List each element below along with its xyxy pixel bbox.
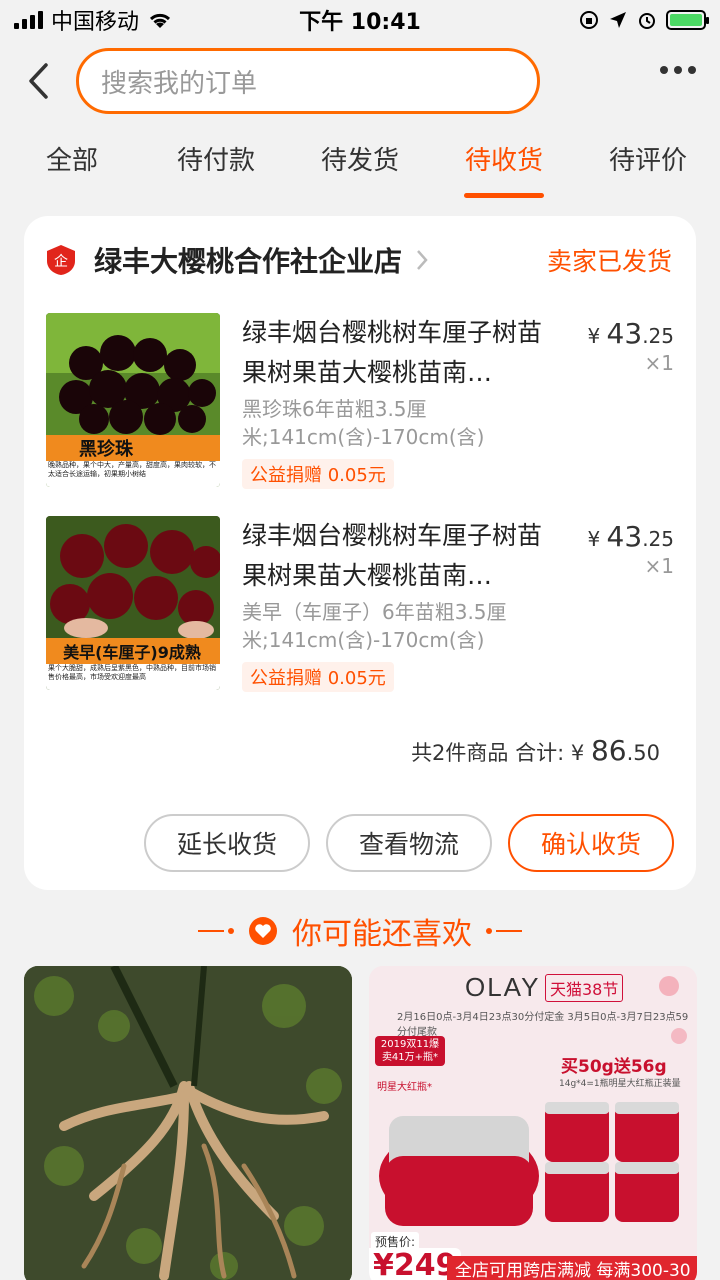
- olay-sales-badge: 2019双11爆卖41万+瓶*: [375, 1036, 445, 1066]
- item-quantity: ×1: [644, 554, 674, 578]
- order-item[interactable]: 美早(车厘子)9成熟 果个大脆甜，成熟后呈紫黑色，中熟品种，目前市场销售价格最高…: [46, 516, 674, 696]
- tab-pending-payment[interactable]: 待付款: [144, 128, 288, 200]
- order-summary: 共2件商品 合计: ¥ 86.50: [411, 734, 660, 767]
- thumb-label: 黑珍珠: [79, 438, 134, 460]
- more-dots-icon[interactable]: [660, 66, 696, 74]
- price-decimal: .25: [642, 527, 674, 551]
- summary-integer: 86: [590, 734, 627, 767]
- shop-logo-icon: 企: [47, 245, 75, 275]
- order-card: 企 绿丰大樱桃合作社企业店 卖家已发货 黑珍珠 晚熟品种，果个中大，产量高，甜度…: [24, 216, 696, 890]
- order-tabs: 全部 待付款 待发货 待收货 待评价: [0, 128, 720, 200]
- charity-tag: 公益捐赠 0.05元: [242, 662, 394, 692]
- recommend-card-roots[interactable]: [24, 966, 352, 1280]
- item-title[interactable]: 绿丰烟台樱桃树车厘子树苗果树果苗大樱桃苗南…: [242, 313, 562, 393]
- confirm-receipt-button[interactable]: 确认收货: [508, 814, 674, 872]
- order-status: 卖家已发货: [546, 247, 672, 276]
- cherry-image: 黑珍珠 晚熟品种，果个中大，产量高，甜度高，果肉较软，不太适合长途运输，初果期小…: [46, 313, 220, 487]
- divider-right: [486, 928, 522, 934]
- olay-promo-banner: 全店可用跨店满减 每满300-30: [447, 1256, 697, 1280]
- thumb-label: 美早(车厘子)9成熟: [63, 643, 201, 662]
- location-icon: [610, 12, 626, 28]
- divider-left: [198, 928, 234, 934]
- chevron-right-icon: [417, 250, 428, 270]
- item-thumbnail[interactable]: 美早(车厘子)9成熟 果个大脆甜，成熟后呈紫黑色，中熟品种，目前市场销售价格最高…: [46, 516, 220, 690]
- roots-photo: [24, 966, 352, 1280]
- item-title[interactable]: 绿丰烟台樱桃树车厘子树苗果树果苗大樱桃苗南…: [242, 516, 562, 596]
- alarm-icon: [639, 13, 655, 29]
- chevron-left-icon: [29, 63, 48, 99]
- carrier-label: 中国移动: [51, 10, 140, 35]
- tab-all[interactable]: 全部: [0, 128, 144, 200]
- status-bar: 中国移动 下午 10:41: [0, 0, 720, 40]
- back-button[interactable]: [0, 44, 76, 118]
- order-item[interactable]: 黑珍珠 晚熟品种，果个中大，产量高，甜度高，果肉较软，不太适合长途运输，初果期小…: [46, 313, 674, 493]
- price-symbol: ¥: [587, 324, 601, 348]
- cherry-image: 美早(车厘子)9成熟 果个大脆甜，成熟后呈紫黑色，中熟品种，目前市场销售价格最高…: [46, 516, 220, 690]
- summary-decimal: .50: [626, 741, 660, 765]
- wifi-icon: [149, 13, 171, 28]
- summary-label: 合计:: [515, 741, 565, 765]
- orientation-lock-icon: [580, 11, 598, 29]
- item-thumbnail[interactable]: 黑珍珠 晚熟品种，果个中大，产量高，甜度高，果肉较软，不太适合长途运输，初果期小…: [46, 313, 220, 487]
- summary-count: 共2件商品: [411, 741, 509, 765]
- thumb-desc: 果个大脆甜，成熟后呈紫黑色，中熟品种，目前市场销售价格最高，市场受欢迎度最高: [48, 664, 216, 681]
- summary-symbol: ¥: [570, 741, 585, 765]
- status-left: 中国移动: [14, 4, 173, 36]
- item-spec: 黑珍珠6年苗粗3.5厘米;141cm(含)-170cm(含): [242, 397, 485, 449]
- tmall-event-tag: 天猫38节: [545, 974, 624, 1002]
- shop-logo-text: 企: [54, 253, 68, 270]
- signal-icon: [14, 11, 43, 29]
- price-symbol: ¥: [587, 527, 601, 551]
- view-logistics-button[interactable]: 查看物流: [326, 814, 492, 872]
- search-input[interactable]: 搜索我的订单: [76, 48, 540, 114]
- item-spec: 美早（车厘子）6年苗粗3.5厘米;141cm(含)-170cm(含): [242, 600, 507, 652]
- battery-fill: [670, 14, 702, 26]
- shop-name[interactable]: 绿丰大樱桃合作社企业店: [94, 240, 402, 280]
- header: 搜索我的订单: [0, 44, 720, 118]
- recommend-title: 你可能还喜欢: [292, 917, 472, 952]
- price-integer: 43: [606, 520, 643, 553]
- status-right: [578, 9, 709, 31]
- price-integer: 43: [606, 317, 643, 350]
- heart-icon: [249, 917, 277, 945]
- item-quantity: ×1: [644, 351, 674, 375]
- shop-row[interactable]: 企 绿丰大樱桃合作社企业店 卖家已发货: [46, 240, 672, 280]
- tab-pending-review[interactable]: 待评价: [576, 128, 720, 200]
- olay-gift-sub: 14g*4=1瓶明星大红瓶正装量: [559, 1079, 681, 1089]
- thumb-desc: 晚熟品种，果个中大，产量高，甜度高，果肉较软，不太适合长途运输，初果期小树结: [48, 461, 216, 478]
- price-decimal: .25: [642, 324, 674, 348]
- item-price: ¥ 43.25: [587, 520, 674, 553]
- battery-icon: [666, 10, 709, 30]
- item-price: ¥ 43.25: [587, 317, 674, 350]
- search-placeholder: 搜索我的订单: [101, 68, 258, 99]
- tab-pending-receipt[interactable]: 待收货: [432, 128, 576, 200]
- olay-logo: OLAY: [465, 972, 541, 1002]
- olay-schedule: 2月16日0点-3月4日23点30分付定金 3月5日0点-3月7日23点59分付…: [397, 1012, 689, 1038]
- extend-receipt-button[interactable]: 延长收货: [144, 814, 310, 872]
- charity-tag: 公益捐赠 0.05元: [242, 459, 394, 489]
- recommend-card-olay[interactable]: OLAY 天猫38节 2月16日0点-3月4日23点30分付定金 3月5日0点-…: [369, 966, 697, 1280]
- olay-gift: 买50g送56g: [561, 1057, 667, 1077]
- recommend-header: 你可能还喜欢: [0, 906, 720, 956]
- olay-badge-sub: 明星大红瓶*: [377, 1082, 432, 1093]
- tab-pending-shipment[interactable]: 待发货: [288, 128, 432, 200]
